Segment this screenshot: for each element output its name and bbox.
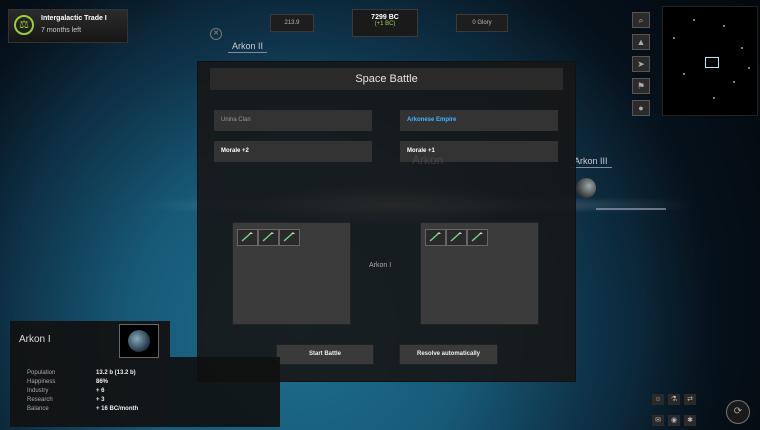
- planet-thumbnail[interactable]: [119, 324, 159, 358]
- minimap[interactable]: [662, 6, 758, 116]
- arkon3-underline: [596, 208, 666, 210]
- minimap-star: [733, 81, 735, 83]
- left-fleet-panel: [232, 222, 351, 325]
- bc-income: (+1 BC): [374, 21, 396, 27]
- fleet-ship-left[interactable]: [258, 229, 279, 246]
- end-turn-icon[interactable]: ⟳: [726, 400, 750, 424]
- stat-label: Balance: [27, 406, 49, 412]
- stat-label: Happiness: [27, 379, 56, 385]
- ghost-planet-label: Arkon: [412, 153, 444, 167]
- minimap-star: [693, 19, 695, 21]
- left-faction-name: Unina Clan: [214, 110, 372, 131]
- minimap-star: [723, 25, 725, 27]
- fleet-ship-left[interactable]: [279, 229, 300, 246]
- space-battle-dialog: Space Battle Unina Clan Arkonese Empire …: [197, 61, 576, 382]
- bottom-panel-extension: [170, 357, 280, 427]
- right-fleet-panel: [420, 222, 539, 325]
- fleet-ship-left[interactable]: [237, 229, 258, 246]
- fleet-ship-right[interactable]: [446, 229, 467, 246]
- left-morale: Morale +2: [214, 141, 372, 162]
- planet-icon: [128, 330, 150, 352]
- bottom-right-toolbar: ☺ ⚗ ⇄ ✉ ◉ ✱: [652, 388, 712, 430]
- planet-arkon3[interactable]: [576, 178, 596, 198]
- bc-main: 7299 BC: [371, 14, 399, 21]
- minimap-viewport[interactable]: [705, 57, 719, 68]
- lab-icon[interactable]: ⚗: [668, 394, 680, 405]
- planet-info-panel: Arkon I Population 13.2 b (13.2 b) Happi…: [10, 321, 170, 427]
- stat-value: + 3: [96, 397, 105, 403]
- minimap-star: [673, 37, 675, 39]
- right-faction-name: Arkonese Empire: [400, 110, 558, 131]
- start-battle-button[interactable]: Start Battle: [276, 344, 374, 365]
- glory-counter: 0 Glory: [456, 14, 508, 32]
- minimap-star: [741, 47, 743, 49]
- close-icon[interactable]: ✕: [210, 28, 222, 40]
- planet-icon[interactable]: ●: [632, 100, 650, 116]
- right-toolbar: ⌕ ▲ ➤ ⚑ ●: [632, 12, 650, 122]
- quest-panel[interactable]: ⚖ Intergalactic Trade I 7 months left: [8, 9, 128, 43]
- center-planet-label: Arkon I: [369, 262, 392, 269]
- stat-value: 13.2 b (13.2 b): [96, 370, 136, 376]
- stat-label: Research: [27, 397, 53, 403]
- quest-title: Intergalactic Trade I: [41, 15, 107, 22]
- stat-value: + 6: [96, 388, 105, 394]
- alert-icon[interactable]: ✱: [684, 415, 696, 426]
- dialog-title: Space Battle: [210, 68, 563, 90]
- quest-icon: ⚖: [14, 15, 34, 35]
- stat-value: 86%: [96, 379, 109, 385]
- ship-icon[interactable]: ➤: [632, 56, 650, 72]
- minimap-star: [748, 67, 750, 69]
- planet-label-arkon2[interactable]: Arkon II: [228, 41, 268, 53]
- eye-icon[interactable]: ◉: [668, 415, 680, 426]
- minimap-star: [713, 97, 715, 99]
- planet-label-arkon3[interactable]: Arkon III: [570, 156, 612, 168]
- trade-icon[interactable]: ⇄: [684, 394, 696, 405]
- research-icon[interactable]: ▲: [632, 34, 650, 50]
- stat-label: Industry: [27, 388, 49, 394]
- stat-value: + 16 BC/month: [96, 406, 139, 412]
- fleet-ship-right[interactable]: [425, 229, 446, 246]
- leader-icon[interactable]: ☺: [652, 394, 664, 405]
- planet-name: Arkon I: [19, 334, 51, 345]
- mail-icon[interactable]: ✉: [652, 415, 664, 426]
- quest-subtitle: 7 months left: [41, 27, 82, 34]
- resource-left: 213.9: [270, 14, 314, 32]
- colony-icon[interactable]: ⚑: [632, 78, 650, 94]
- search-icon[interactable]: ⌕: [632, 12, 650, 28]
- bc-counter: 7299 BC (+1 BC): [352, 9, 418, 37]
- resolve-automatically-button[interactable]: Resolve automatically: [399, 344, 498, 365]
- fleet-ship-right[interactable]: [467, 229, 488, 246]
- minimap-star: [683, 73, 685, 75]
- stat-label: Population: [27, 370, 56, 376]
